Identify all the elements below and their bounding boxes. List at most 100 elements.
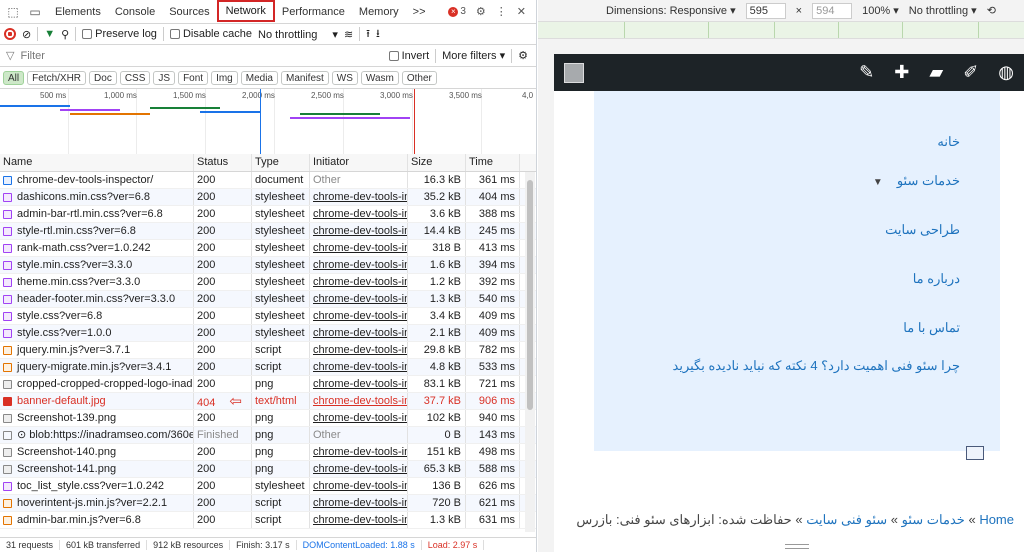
table-row[interactable]: admin-bar-rtl.min.css?ver=6.8 200 styleshe… [0,206,536,223]
cell-name[interactable]: admin-bar-rtl.min.css?ver=6.8 [0,206,194,222]
table-row[interactable]: style-rtl.min.css?ver=6.8 200 stylesheet ch… [0,223,536,240]
cell-name[interactable]: style.css?ver=6.8 [0,308,194,324]
table-row[interactable]: toc_list_style.css?ver=1.0.242 200 stylesh… [0,478,536,495]
table-row[interactable]: style.min.css?ver=3.3.0 200 stylesheet chro… [0,257,536,274]
cell-name[interactable]: header-footer.min.css?ver=3.3.0 [0,291,194,307]
table-row[interactable]: Screenshot-141.png 200 png chrome-dev-tools… [0,461,536,478]
initiator-link[interactable]: chrome-dev-tools-ins [313,259,407,271]
filter-funnel-icon[interactable]: ▼ [44,28,55,40]
table-row[interactable]: Screenshot-139.png 200 png chrome-dev-tools… [0,410,536,427]
disable-cache-checkbox[interactable]: Disable cache [169,28,252,40]
table-row[interactable]: rank-math.css?ver=1.0.242 200 stylesheet ch… [0,240,536,257]
tab-console[interactable]: Console [108,0,162,24]
type-filter-manifest[interactable]: Manifest [281,70,329,85]
cell-name[interactable]: dashicons.min.css?ver=6.8 [0,189,194,205]
device-toolbar-icon[interactable]: ▭ [26,3,44,21]
export-har-icon[interactable]: ⭳ [376,25,380,44]
type-filter-other[interactable]: Other [401,70,437,85]
table-row[interactable]: jquery-migrate.min.js?ver=3.4.1 200 script… [0,359,536,376]
rotate-icon[interactable]: ⟲ [987,4,996,17]
article-link[interactable]: چرا سئو فنی اهمیت دارد؟ 4 نکته که نباید … [594,336,960,374]
viewport-height-input[interactable]: 594 [812,2,853,19]
cell-name[interactable]: cropped-cropped-cropped-logo-inadr... [0,376,194,392]
table-row[interactable]: chrome-dev-tools-inspector/200 document Ot… [0,172,536,189]
table-row[interactable]: cropped-cropped-cropped-logo-inadr... 200… [0,376,536,393]
col-type[interactable]: Type [252,154,310,171]
media-query-ruler[interactable] [538,22,1024,39]
initiator-link[interactable]: chrome-dev-tools-ins [313,446,407,458]
breadcrumb-technical-seo[interactable]: سئو فنی سایت [806,512,887,527]
col-status[interactable]: Status [194,154,252,171]
cell-name[interactable]: style.css?ver=1.0.0 [0,325,194,341]
resize-handle[interactable] [785,544,809,549]
initiator-link[interactable]: chrome-dev-tools-ins [313,497,407,509]
initiator-link[interactable]: chrome-dev-tools-ins [313,327,407,339]
initiator-link[interactable]: chrome-dev-tools-ins [313,463,407,475]
initiator-link[interactable]: chrome-dev-tools-ins [313,361,407,373]
scrollbar-thumb[interactable] [527,180,533,410]
table-row[interactable]: banner-default.jpg 404 ⇦ text/html chrome-de… [0,393,536,410]
type-filter-font[interactable]: Font [178,70,209,85]
menu-item-contact[interactable]: تماس با ما [594,287,960,336]
cell-name[interactable]: jquery-migrate.min.js?ver=3.4.1 [0,359,194,375]
table-row[interactable]: ⊙ blob:https://inadramseo.com/360e2... Fi… [0,427,536,444]
cell-name[interactable]: Screenshot-141.png [0,461,194,477]
initiator-link[interactable]: chrome-dev-tools-ins [313,208,407,220]
avatar[interactable] [564,63,584,83]
network-overview-timeline[interactable]: 500 ms 1,000 ms 1,500 ms 2,000 ms 2,500 … [0,89,536,155]
type-filter-all[interactable]: All [3,70,25,85]
customize-brush-icon[interactable]: ✐ [963,62,978,83]
col-size[interactable]: Size [408,154,466,171]
table-row[interactable]: theme.min.css?ver=3.3.0 200 stylesheet chro… [0,274,536,291]
initiator-link[interactable]: chrome-dev-tools-ins [313,242,407,254]
menu-item-web-design[interactable]: طراحی سایت [594,189,960,238]
col-initiator[interactable]: Initiator [310,154,408,171]
cell-name[interactable]: rank-math.css?ver=1.0.242 [0,240,194,256]
type-filter-ws[interactable]: WS [331,70,358,85]
breadcrumb-seo-services[interactable]: خدمات سئو [902,512,965,527]
type-filter-img[interactable]: Img [211,70,238,85]
inspect-element-icon[interactable]: ⬚ [4,3,22,21]
edit-pencil-icon[interactable]: ✎ [859,62,874,83]
initiator-link[interactable]: chrome-dev-tools-ins [313,191,407,203]
viewport-width-input[interactable]: 595 [745,2,786,19]
table-row[interactable]: jquery.min.js?ver=3.7.1 200 script chrome-d… [0,342,536,359]
type-filter-doc[interactable]: Doc [89,70,117,85]
initiator-link[interactable]: chrome-dev-tools-ins [313,480,407,492]
device-throttle-select[interactable]: No throttling ▾ [909,4,977,17]
initiator-link[interactable]: chrome-dev-tools-ins [313,344,407,356]
table-row[interactable]: style.css?ver=6.8 200 stylesheet chrome-dev… [0,308,536,325]
cell-name[interactable]: style.min.css?ver=3.3.0 [0,257,194,273]
tab-memory[interactable]: Memory [352,0,406,24]
error-count-badge[interactable]: × 3 [448,6,466,17]
initiator-link[interactable]: chrome-dev-tools-ins [313,276,407,288]
menu-item-home[interactable]: خانه [594,91,960,149]
preserve-log-checkbox[interactable]: Preserve log [82,28,157,40]
type-filter-media[interactable]: Media [240,70,278,85]
tab-network[interactable]: Network [216,0,275,22]
more-tabs-button[interactable]: >> [406,0,433,24]
cell-name[interactable]: banner-default.jpg [0,393,194,409]
cell-name[interactable]: theme.min.css?ver=3.3.0 [0,274,194,290]
cell-name[interactable]: admin-bar.min.js?ver=6.8 [0,512,194,528]
throttling-select[interactable]: No throttling ▾ [258,28,338,41]
settings-gear-icon[interactable]: ⚙ [476,5,486,18]
kebab-menu-icon[interactable]: ⋮ [496,5,507,18]
search-icon[interactable]: ⚲ [61,28,69,41]
type-filter-wasm[interactable]: Wasm [360,70,399,85]
type-filter-css[interactable]: CSS [119,70,151,85]
table-row[interactable]: header-footer.min.css?ver=3.3.0 200 styles… [0,291,536,308]
filter-input[interactable]: ▽ Filter [6,49,383,63]
import-har-icon[interactable]: ⭱ [366,25,370,44]
cell-name[interactable]: chrome-dev-tools-inspector/ [0,172,194,188]
type-filter-fetch-xhr[interactable]: Fetch/XHR [27,70,87,85]
comments-icon[interactable]: ▰ [929,62,943,83]
initiator-link[interactable]: chrome-dev-tools-ins [313,395,407,407]
record-button[interactable] [4,28,16,40]
initiator-link[interactable]: chrome-dev-tools-ins [313,412,407,424]
clear-icon[interactable]: ⊘ [22,28,31,41]
col-name[interactable]: Name [0,154,194,171]
network-conditions-icon[interactable]: ≋ [344,28,353,41]
network-settings-gear-icon[interactable]: ⚙ [518,49,536,62]
table-row[interactable]: style.css?ver=1.0.0 200 stylesheet chrome-d… [0,325,536,342]
